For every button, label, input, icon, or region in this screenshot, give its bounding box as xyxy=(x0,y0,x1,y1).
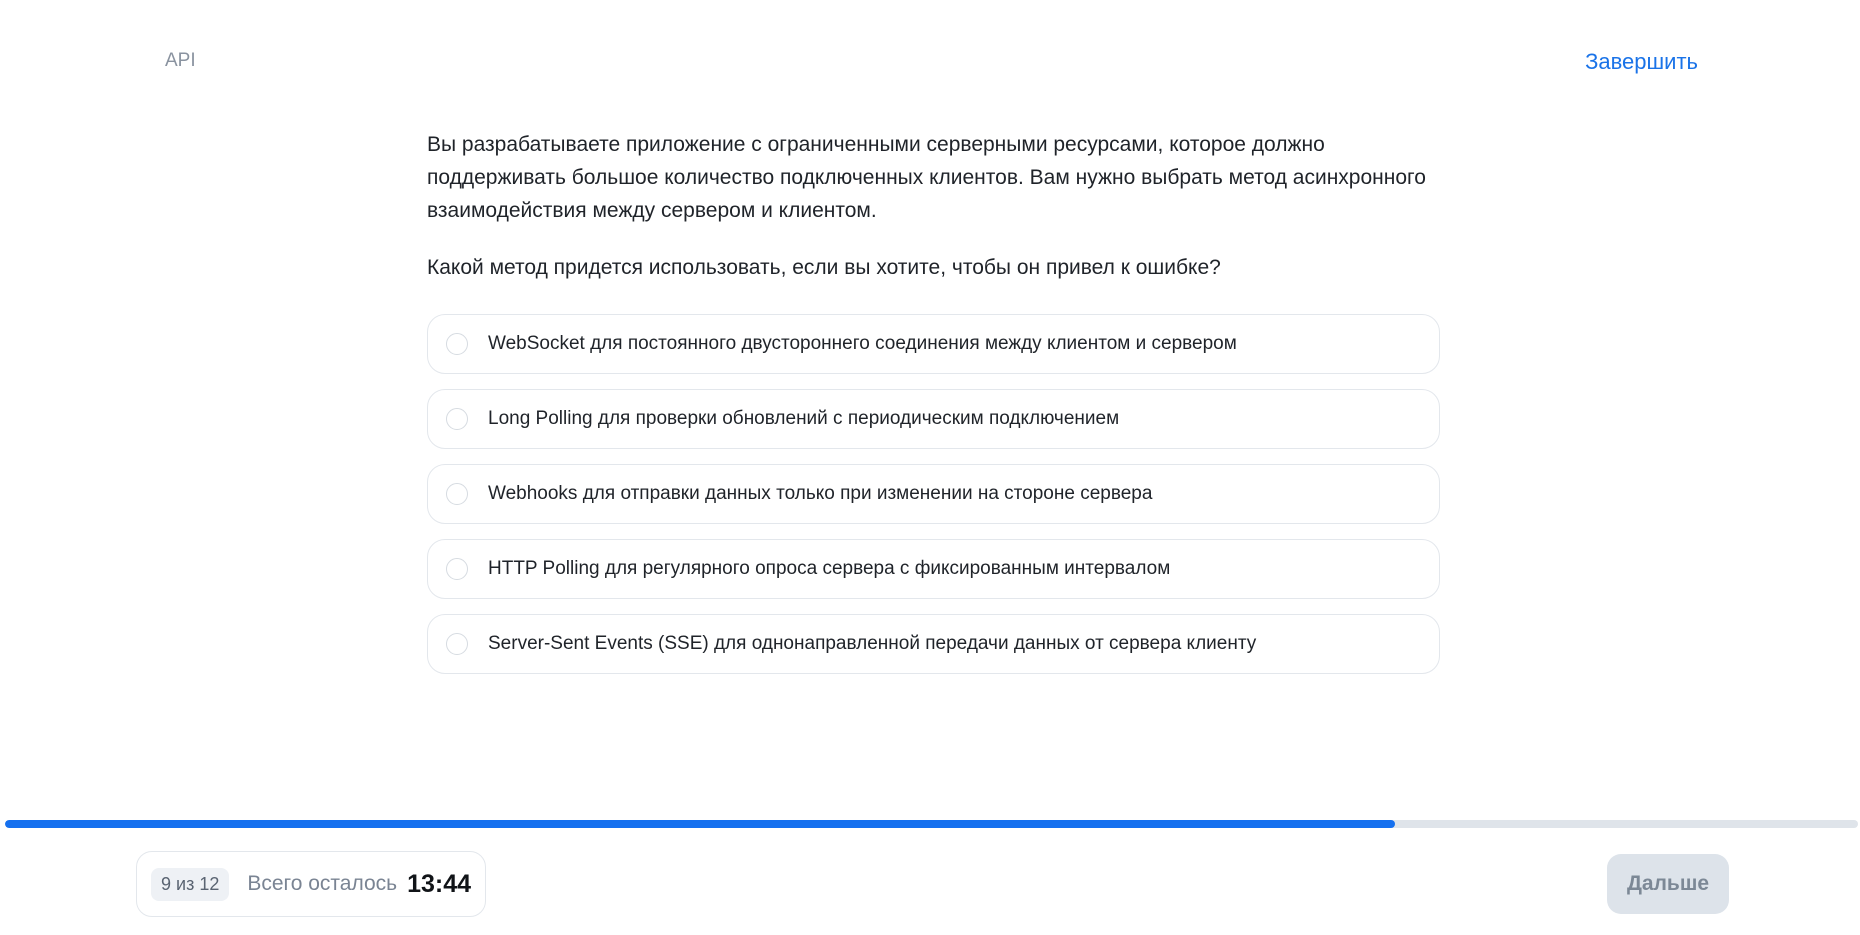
answer-option[interactable]: WebSocket для постоянного двустороннего … xyxy=(427,314,1440,374)
answer-option-label: Long Polling для проверки обновлений с п… xyxy=(488,408,1120,429)
answer-option-label: Server-Sent Events (SSE) для однонаправл… xyxy=(488,633,1257,654)
question-text: Вы разрабатываете приложение с ограничен… xyxy=(427,133,1426,222)
quiz-status: 9 из 12 Всего осталось 13:44 xyxy=(136,851,487,917)
radio-button[interactable] xyxy=(446,408,468,430)
answer-option[interactable]: Server-Sent Events (SSE) для однонаправл… xyxy=(427,614,1440,674)
question-prompt: Какой метод придется использовать, если … xyxy=(427,256,1221,279)
radio-button[interactable] xyxy=(446,333,468,355)
radio-button[interactable] xyxy=(446,633,468,655)
question-block: Вы разрабатываете приложение с ограничен… xyxy=(427,128,1427,284)
answer-option-label: WebSocket для постоянного двустороннего … xyxy=(488,333,1237,354)
radio-button[interactable] xyxy=(446,483,468,505)
question-counter: 9 из 12 xyxy=(151,867,230,901)
answer-option[interactable]: Long Polling для проверки обновлений с п… xyxy=(427,389,1440,449)
topic-label: API xyxy=(165,50,196,71)
quiz-page: API Завершить Вы разрабатываете приложен… xyxy=(0,0,1860,935)
answer-option[interactable]: HTTP Polling для регулярного опроса серв… xyxy=(427,539,1440,599)
time-remaining-label: Всего осталось xyxy=(247,872,398,895)
radio-button[interactable] xyxy=(446,558,468,580)
countdown-timer: 13:44 xyxy=(407,869,472,898)
answer-options: WebSocket для постоянного двустороннего … xyxy=(427,314,1440,689)
next-button[interactable]: Дальше xyxy=(1607,854,1729,914)
answer-option[interactable]: Webhooks для отправки данных только при … xyxy=(427,464,1440,524)
finish-link[interactable]: Завершить xyxy=(1585,49,1698,75)
answer-option-label: Webhooks для отправки данных только при … xyxy=(488,483,1153,504)
progress-bar-fill xyxy=(5,820,1395,828)
progress-bar xyxy=(5,820,1858,828)
answer-option-label: HTTP Polling для регулярного опроса серв… xyxy=(488,558,1171,579)
